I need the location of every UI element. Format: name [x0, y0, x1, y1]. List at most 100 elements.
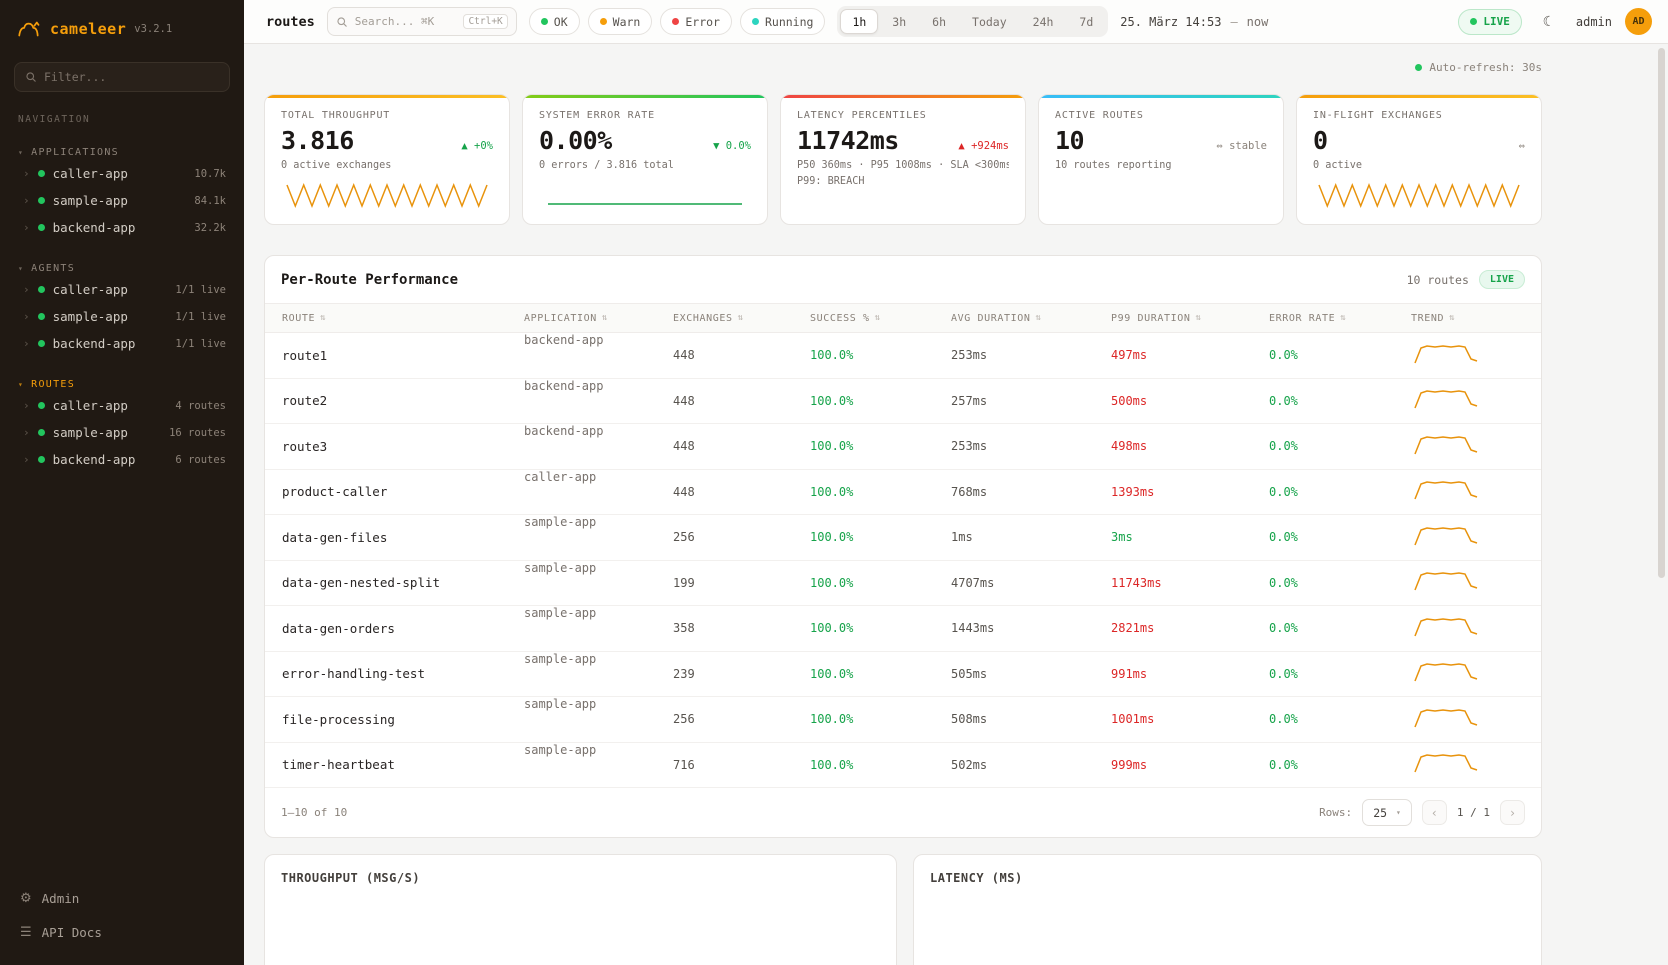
cell-trend	[1394, 660, 1541, 687]
sort-icon: ⇅	[875, 313, 881, 323]
table-row-error-handling-test[interactable]: error-handling-testsample-app239100.0%50…	[265, 652, 1541, 698]
sidebar-item-applications-sample-app[interactable]: ›sample-app84.1k	[14, 187, 230, 214]
sidebar-item-admin[interactable]: ⚙Admin	[14, 883, 230, 913]
live-status-badge[interactable]: LIVE	[1458, 9, 1522, 35]
trend-sparkline	[1411, 342, 1481, 366]
sidebar-item-label: backend-app	[53, 220, 187, 235]
cell-trend	[1394, 615, 1541, 642]
next-page-button[interactable]: ›	[1500, 800, 1525, 825]
sidebar-item-label: caller-app	[53, 282, 168, 297]
chip-label: OK	[554, 15, 568, 29]
sidebar-item-agents-backend-app[interactable]: ›backend-app1/1 live	[14, 330, 230, 357]
column-header-trend[interactable]: TREND⇅	[1394, 313, 1541, 324]
sidebar-item-badge: 1/1 live	[175, 338, 226, 350]
moon-icon: ☾	[1543, 14, 1556, 30]
cell-avg-duration: 768ms	[934, 485, 1094, 499]
table-row-file-processing[interactable]: file-processingsample-app256100.0%508ms1…	[265, 697, 1541, 743]
column-label: ERROR RATE	[1269, 313, 1335, 324]
content-scroll-area[interactable]: Auto-refresh: 30s TOTAL THROUGHPUT3.816▲…	[244, 44, 1668, 965]
table-row-data-gen-files[interactable]: data-gen-filessample-app256100.0%1ms3ms0…	[265, 515, 1541, 561]
chevron-down-icon: ▾	[18, 264, 24, 273]
cell-trend	[1394, 433, 1541, 460]
sidebar-filter-input[interactable]	[44, 70, 219, 84]
column-label: TREND	[1411, 313, 1444, 324]
cell-exchanges: 256	[656, 712, 793, 726]
sidebar-item-routes-sample-app[interactable]: ›sample-app16 routes	[14, 419, 230, 446]
table-row-data-gen-orders[interactable]: data-gen-orderssample-app358100.0%1443ms…	[265, 606, 1541, 652]
table-row-route3[interactable]: route3backend-app448100.0%253ms498ms0.0%	[265, 424, 1541, 470]
range-button-1h[interactable]: 1h	[840, 9, 878, 34]
range-button-6h[interactable]: 6h	[920, 9, 958, 34]
sidebar-section-header-agents[interactable]: ▾AGENTS	[14, 261, 230, 276]
column-header-success[interactable]: SUCCESS %⇅	[793, 313, 934, 324]
status-dot-icon	[38, 340, 45, 347]
kpi-label: SYSTEM ERROR RATE	[539, 110, 751, 121]
filter-chip-ok[interactable]: OK	[529, 8, 580, 35]
sidebar-footer-label: API Docs	[42, 925, 102, 940]
sidebar-item-applications-caller-app[interactable]: ›caller-app10.7k	[14, 160, 230, 187]
range-button-3h[interactable]: 3h	[880, 9, 918, 34]
sidebar-item-badge: 32.2k	[194, 222, 226, 234]
column-header-application[interactable]: APPLICATION⇅	[507, 313, 656, 324]
sidebar-item-badge: 84.1k	[194, 195, 226, 207]
filter-chip-error[interactable]: Error	[660, 8, 732, 35]
sidebar-item-badge: 6 routes	[175, 454, 226, 466]
sidebar-section-header-routes[interactable]: ▾ROUTES	[14, 377, 230, 392]
sidebar-item-agents-sample-app[interactable]: ›sample-app1/1 live	[14, 303, 230, 330]
cell-exchanges: 448	[656, 439, 793, 453]
trend-sparkline	[1411, 569, 1481, 593]
cell-success: 100.0%	[793, 576, 934, 590]
prev-page-button[interactable]: ‹	[1422, 800, 1447, 825]
kpi-delta: ▲ +0%	[461, 140, 493, 152]
date-range[interactable]: 25. März 14:53 — now	[1120, 15, 1268, 29]
sidebar-item-label: caller-app	[53, 398, 168, 413]
kpi-delta: ▼ 0.0%	[713, 140, 751, 152]
sidebar-item-routes-caller-app[interactable]: ›caller-app4 routes	[14, 392, 230, 419]
cell-route: route1	[265, 348, 507, 363]
column-header-error-rate[interactable]: ERROR RATE⇅	[1252, 313, 1394, 324]
rows-per-page-select[interactable]: 25 ▾	[1362, 799, 1412, 826]
trend-sparkline	[1411, 706, 1481, 730]
status-dot-icon	[38, 313, 45, 320]
table-row-product-caller[interactable]: product-callercaller-app448100.0%768ms13…	[265, 470, 1541, 516]
main-area: routes Ctrl+K OKWarnErrorRunning 1h3h6hT…	[244, 0, 1668, 965]
cell-application: sample-app	[507, 515, 656, 560]
search-input[interactable]	[355, 15, 457, 28]
filter-chip-running[interactable]: Running	[740, 8, 825, 35]
cell-success: 100.0%	[793, 485, 934, 499]
table-row-route2[interactable]: route2backend-app448100.0%257ms500ms0.0%	[265, 379, 1541, 425]
avatar[interactable]: AD	[1625, 8, 1652, 35]
range-button-7d[interactable]: 7d	[1067, 9, 1105, 34]
chip-label: Warn	[613, 15, 641, 29]
cell-p99-duration: 991ms	[1094, 667, 1252, 681]
sidebar-item-applications-backend-app[interactable]: ›backend-app32.2k	[14, 214, 230, 241]
sidebar-item-routes-backend-app[interactable]: ›backend-app6 routes	[14, 446, 230, 473]
table-row-route1[interactable]: route1backend-app448100.0%253ms497ms0.0%	[265, 333, 1541, 379]
chevron-right-icon: ›	[23, 453, 30, 466]
table-row-timer-heartbeat[interactable]: timer-heartbeatsample-app716100.0%502ms9…	[265, 743, 1541, 789]
scrollbar[interactable]	[1658, 48, 1665, 578]
cell-route: data-gen-files	[265, 530, 507, 545]
sidebar-section-header-applications[interactable]: ▾APPLICATIONS	[14, 145, 230, 160]
sidebar-item-badge: 10.7k	[194, 168, 226, 180]
chevron-left-icon: ‹	[1431, 806, 1438, 820]
refresh-dot-icon	[1415, 64, 1422, 71]
range-button-today[interactable]: Today	[960, 9, 1019, 34]
kpi-label: TOTAL THROUGHPUT	[281, 110, 493, 121]
kpi-value: 3.816	[281, 126, 354, 155]
filter-chip-warn[interactable]: Warn	[588, 8, 653, 35]
column-header-p99-duration[interactable]: P99 DURATION⇅	[1094, 313, 1252, 324]
panel-live-badge: LIVE	[1479, 270, 1525, 289]
camel-logo-icon	[16, 16, 42, 42]
sidebar-item-agents-caller-app[interactable]: ›caller-app1/1 live	[14, 276, 230, 303]
sidebar-item-api-docs[interactable]: ☰API Docs	[14, 917, 230, 947]
kpi-sparkline	[281, 179, 493, 211]
column-header-route[interactable]: ROUTE⇅	[265, 313, 507, 324]
theme-toggle-button[interactable]: ☾	[1535, 8, 1563, 36]
range-button-24h[interactable]: 24h	[1021, 9, 1066, 34]
column-header-avg-duration[interactable]: AVG DURATION⇅	[934, 313, 1094, 324]
column-header-exchanges[interactable]: EXCHANGES⇅	[656, 313, 793, 324]
kpi-value: 11742ms	[797, 126, 899, 155]
table-row-data-gen-nested-split[interactable]: data-gen-nested-splitsample-app199100.0%…	[265, 561, 1541, 607]
throughput-chart-title: THROUGHPUT (MSG/S)	[265, 855, 896, 897]
